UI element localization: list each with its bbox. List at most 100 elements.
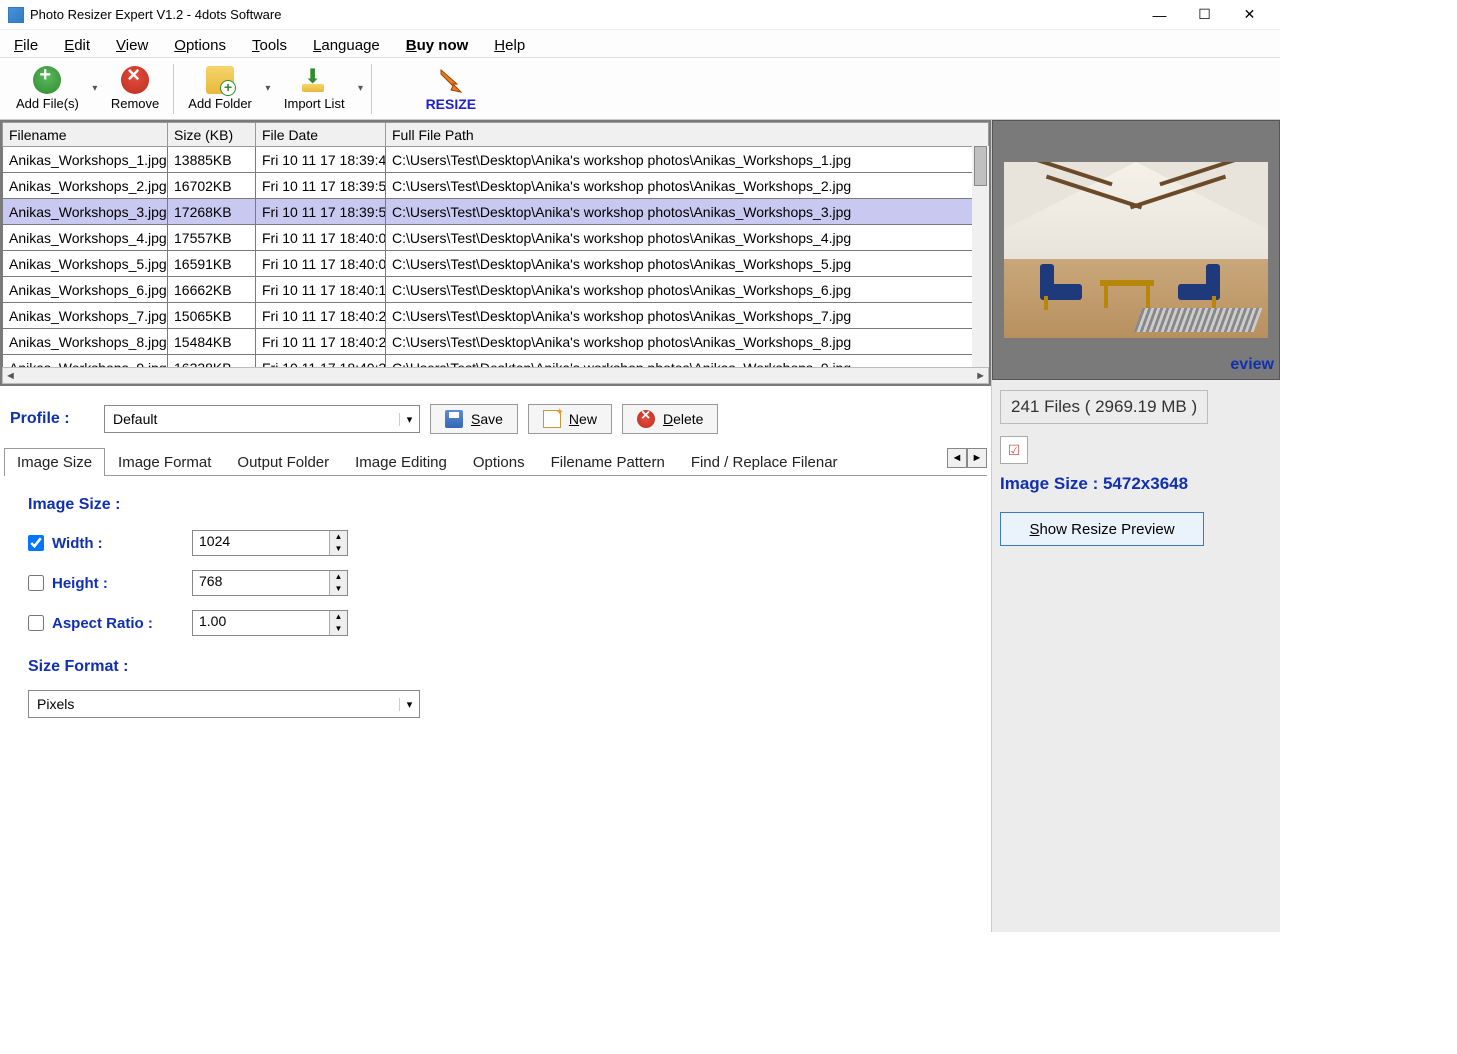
table-row[interactable]: Anikas_Workshops_9.jpg16338KBFri 10 11 1… (3, 355, 989, 368)
cell-dt: Fri 10 11 17 18:40:00 (256, 225, 386, 251)
height-spinner[interactable]: 768 ▲▼ (192, 570, 348, 596)
image-dimensions-label: Image Size : 5472x3648 (1000, 474, 1272, 494)
tab-panel-image-size: Image Size : Width : 1024 ▲▼ Height : 76… (0, 476, 991, 738)
menu-help[interactable]: Help (490, 35, 529, 56)
menu-view[interactable]: View (112, 35, 152, 56)
remove-label: Remove (111, 96, 159, 111)
cell-dt: Fri 10 11 17 18:39:50 (256, 173, 386, 199)
spin-down-icon[interactable]: ▼ (330, 623, 347, 635)
chevron-down-icon[interactable]: ▾ (399, 413, 419, 426)
aspect-checkbox[interactable] (28, 615, 44, 631)
cell-pth: C:\Users\Test\Desktop\Anika's workshop p… (386, 329, 989, 355)
tab-image-format[interactable]: Image Format (105, 448, 224, 476)
table-row[interactable]: Anikas_Workshops_7.jpg15065KBFri 10 11 1… (3, 303, 989, 329)
size-format-combo[interactable]: Pixels ▾ (28, 690, 420, 718)
col-date[interactable]: File Date (256, 123, 386, 147)
col-path[interactable]: Full File Path (386, 123, 989, 147)
tab-output-folder[interactable]: Output Folder (224, 448, 342, 476)
col-size[interactable]: Size (KB) (168, 123, 256, 147)
profile-label: Profile : (10, 410, 94, 428)
chevron-down-icon[interactable]: ▾ (399, 698, 419, 711)
show-resize-preview-button[interactable]: Show Resize Preview (1000, 512, 1204, 546)
add-files-dropdown[interactable]: ▾ (89, 61, 101, 117)
delete-icon (637, 410, 655, 428)
aspect-value[interactable]: 1.00 (193, 611, 329, 635)
maximize-button[interactable]: ☐ (1182, 0, 1227, 30)
cell-pth: C:\Users\Test\Desktop\Anika's workshop p… (386, 225, 989, 251)
table-row[interactable]: Anikas_Workshops_2.jpg16702KBFri 10 11 1… (3, 173, 989, 199)
spin-down-icon[interactable]: ▼ (330, 583, 347, 595)
table-row[interactable]: Anikas_Workshops_1.jpg13885KBFri 10 11 1… (3, 147, 989, 173)
cell-pth: C:\Users\Test\Desktop\Anika's workshop p… (386, 355, 989, 368)
tab-options[interactable]: Options (460, 448, 538, 476)
menu-edit[interactable]: Edit (60, 35, 94, 56)
width-spinner[interactable]: 1024 ▲▼ (192, 530, 348, 556)
add-folder-button[interactable]: Add Folder (178, 61, 262, 117)
resize-label: RESIZE (426, 96, 477, 112)
tab-filename-pattern[interactable]: Filename Pattern (538, 448, 678, 476)
new-profile-button[interactable]: New (528, 404, 612, 434)
add-files-button[interactable]: Add File(s) (6, 61, 89, 117)
import-list-dropdown[interactable]: ▾ (355, 61, 367, 117)
app-icon (8, 7, 24, 23)
cell-sz: 16702KB (168, 173, 256, 199)
height-value[interactable]: 768 (193, 571, 329, 595)
profile-value: Default (105, 411, 399, 427)
spin-down-icon[interactable]: ▼ (330, 543, 347, 555)
scroll-right-icon[interactable]: ► (975, 370, 986, 382)
spin-up-icon[interactable]: ▲ (330, 531, 347, 543)
table-row[interactable]: Anikas_Workshops_5.jpg16591KBFri 10 11 1… (3, 251, 989, 277)
import-list-button[interactable]: Import List (274, 61, 355, 117)
aspect-spinner[interactable]: 1.00 ▲▼ (192, 610, 348, 636)
menu-language[interactable]: Language (309, 35, 384, 56)
col-filename[interactable]: Filename (3, 123, 168, 147)
cell-sz: 16591KB (168, 251, 256, 277)
delete-profile-button[interactable]: Delete (622, 404, 718, 434)
menu-options[interactable]: Options (170, 35, 230, 56)
cell-fn: Anikas_Workshops_5.jpg (3, 251, 168, 277)
vertical-scrollbar[interactable] (972, 146, 989, 367)
cell-dt: Fri 10 11 17 18:39:44 (256, 147, 386, 173)
cell-sz: 16662KB (168, 277, 256, 303)
separator (173, 64, 174, 114)
tab-image-size[interactable]: Image Size (4, 448, 105, 476)
cell-fn: Anikas_Workshops_4.jpg (3, 225, 168, 251)
cell-fn: Anikas_Workshops_3.jpg (3, 199, 168, 225)
spin-up-icon[interactable]: ▲ (330, 611, 347, 623)
menu-file[interactable]: File (10, 35, 42, 56)
remove-button[interactable]: Remove (101, 61, 169, 117)
tab-image-editing[interactable]: Image Editing (342, 448, 460, 476)
cell-fn: Anikas_Workshops_1.jpg (3, 147, 168, 173)
table-row[interactable]: Anikas_Workshops_3.jpg17268KBFri 10 11 1… (3, 199, 989, 225)
width-checkbox[interactable] (28, 535, 44, 551)
cell-dt: Fri 10 11 17 18:40:14 (256, 277, 386, 303)
cell-fn: Anikas_Workshops_2.jpg (3, 173, 168, 199)
add-folder-dropdown[interactable]: ▾ (262, 61, 274, 117)
cell-sz: 15065KB (168, 303, 256, 329)
import-icon (300, 66, 328, 94)
width-value[interactable]: 1024 (193, 531, 329, 555)
tab-find-replace-filenar[interactable]: Find / Replace Filenar (678, 448, 851, 476)
file-table[interactable]: Filename Size (KB) File Date Full File P… (2, 122, 989, 367)
table-row[interactable]: Anikas_Workshops_6.jpg16662KBFri 10 11 1… (3, 277, 989, 303)
minimize-button[interactable]: — (1137, 0, 1182, 30)
file-table-wrap: Filename Size (KB) File Date Full File P… (0, 120, 991, 386)
tab-scroll-right[interactable]: ► (967, 448, 987, 468)
menu-buy-now[interactable]: Buy now (402, 35, 473, 56)
menu-tools[interactable]: Tools (248, 35, 291, 56)
table-row[interactable]: Anikas_Workshops_4.jpg17557KBFri 10 11 1… (3, 225, 989, 251)
window-title: Photo Resizer Expert V1.2 - 4dots Softwa… (30, 7, 1137, 22)
save-profile-button[interactable]: Save (430, 404, 518, 434)
close-button[interactable]: ✕ (1227, 0, 1272, 30)
preview-label-partial: eview (1230, 356, 1274, 374)
horizontal-scrollbar[interactable]: ◄ ► (2, 367, 989, 384)
checklist-button[interactable]: ☑ (1000, 436, 1028, 464)
profile-combo[interactable]: Default ▾ (104, 405, 420, 433)
height-checkbox[interactable] (28, 575, 44, 591)
resize-button[interactable]: RESIZE (416, 61, 487, 117)
spin-up-icon[interactable]: ▲ (330, 571, 347, 583)
scroll-left-icon[interactable]: ◄ (5, 370, 16, 382)
cell-dt: Fri 10 11 17 18:39:54 (256, 199, 386, 225)
table-row[interactable]: Anikas_Workshops_8.jpg15484KBFri 10 11 1… (3, 329, 989, 355)
tab-scroll-left[interactable]: ◄ (947, 448, 967, 468)
